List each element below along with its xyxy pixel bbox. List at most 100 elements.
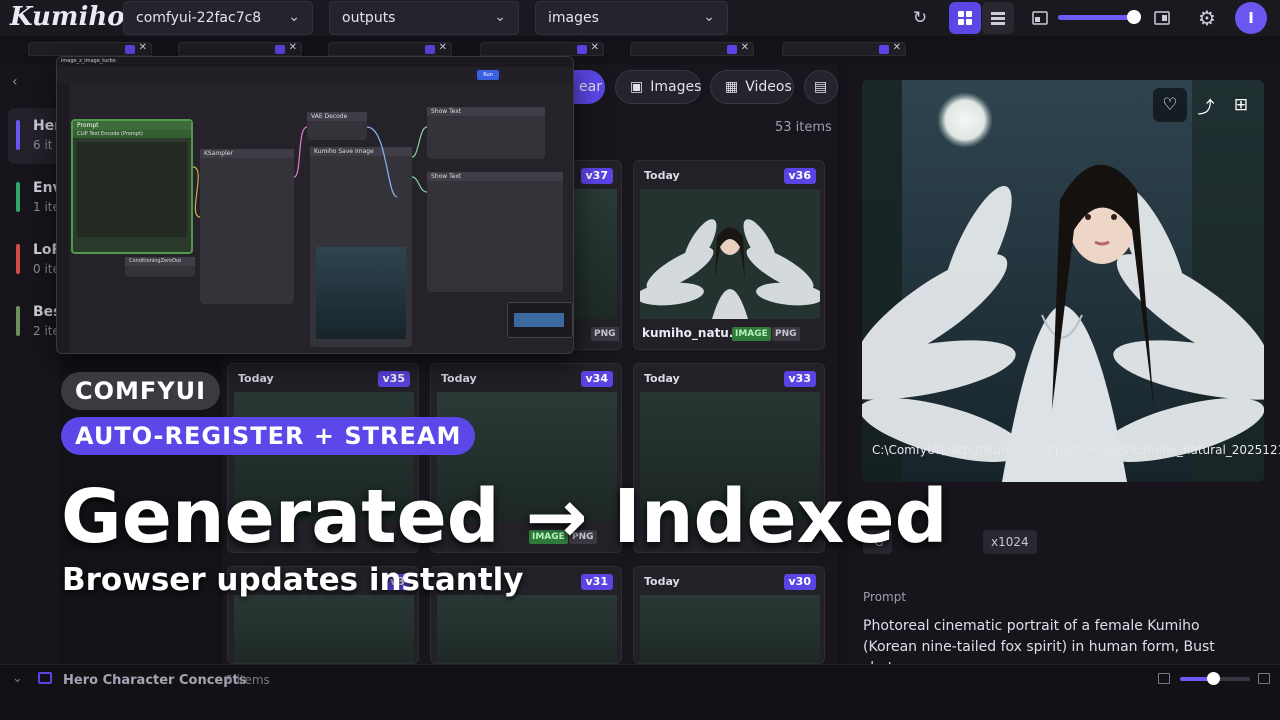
- comfy-tab-label: image_z_image_turbo: [61, 58, 116, 64]
- refresh-button[interactable]: ↻: [904, 2, 936, 34]
- card-date: Today: [644, 372, 680, 385]
- close-icon[interactable]: ✕: [139, 42, 147, 53]
- grid-view-button[interactable]: [949, 2, 981, 34]
- sidebar-item-hero[interactable]: Hero 6 it: [8, 108, 71, 164]
- collection-color-bar: [16, 120, 20, 150]
- folder-select[interactable]: outputs ⌄: [329, 1, 519, 35]
- close-icon[interactable]: ✕: [591, 42, 599, 53]
- sidebar-collapse-icon[interactable]: ‹: [12, 74, 18, 90]
- asset-card[interactable]: Today v36 kumiho_natu... IMAGE PNG: [633, 160, 825, 350]
- date-filter-button[interactable]: ▤: [804, 70, 838, 104]
- thumb-large-icon: [1154, 11, 1170, 25]
- card-header: Today v34: [431, 364, 621, 392]
- tray-card[interactable]: ✕: [480, 42, 604, 56]
- comfy-conditioning-node: ConditioningZeroOut: [125, 257, 195, 277]
- type-tag: IMAGE: [732, 327, 771, 341]
- share-button[interactable]: ⤴: [1189, 88, 1223, 122]
- tray-version-badge: [879, 45, 889, 54]
- comfy-tab-strip: image_z_image_turbo: [57, 57, 573, 67]
- close-icon[interactable]: ✕: [439, 42, 447, 53]
- comfy-node-title: Show Text: [427, 172, 563, 181]
- images-filter-button[interactable]: ▣ Images: [615, 70, 701, 104]
- comfy-node-title: Show Text: [427, 107, 545, 116]
- comfy-save-node: Kumiho Save Image: [310, 147, 412, 347]
- card-footer: kumiho_natu... IMAGE PNG: [634, 319, 824, 349]
- tray-version-badge: [577, 45, 587, 54]
- comfyui-badge: COMFYUI: [61, 372, 221, 410]
- subline-text: Browser updates instantly: [62, 562, 524, 598]
- card-thumbnail: [437, 595, 617, 663]
- list-view-button[interactable]: [982, 2, 1014, 34]
- version-badge: v34: [580, 371, 613, 387]
- calendar-icon: ▤: [814, 79, 828, 95]
- sidebar-item-env[interactable]: Env 1 ite: [8, 170, 62, 226]
- preview-image[interactable]: [862, 80, 1264, 482]
- collection-color-bar: [16, 244, 20, 274]
- lineage-button[interactable]: ⊞: [1224, 88, 1258, 122]
- version-badge: v37: [580, 168, 613, 184]
- collection-icon: [38, 672, 52, 684]
- tray-version-badge: [275, 45, 285, 54]
- videos-filter-button[interactable]: ▦ Videos: [710, 70, 794, 104]
- top-bar: Kumiho comfyui-22fac7c8 ⌄ outputs ⌄ imag…: [0, 0, 1280, 36]
- zoom-slider-thumb[interactable]: [1127, 10, 1141, 24]
- grid-view-icon: [958, 11, 972, 25]
- settings-button[interactable]: ⚙: [1191, 2, 1223, 34]
- file-path: C:\ComfyUI\output\kumiho\outputs\images\…: [872, 443, 1280, 457]
- tray-zoom-slider[interactable]: [1180, 672, 1250, 685]
- thumb-large-button[interactable]: [1146, 2, 1178, 34]
- tray-card[interactable]: ✕: [630, 42, 754, 56]
- comfy-prompt-textarea: [77, 142, 187, 237]
- thumb-small-button[interactable]: [1024, 2, 1056, 34]
- version-badge: v36: [783, 168, 816, 184]
- format-tag: PNG: [772, 327, 800, 341]
- tray-card[interactable]: ✕: [178, 42, 302, 56]
- version-badge: v31: [580, 574, 613, 590]
- comfy-node-title: ConditioningZeroOut: [125, 257, 195, 266]
- comfy-show-text-node: Show Text: [427, 172, 563, 292]
- tray-zoom-thumb[interactable]: [1207, 672, 1220, 685]
- card-header: Today v33: [634, 364, 824, 392]
- comfy-node-title: KSampler: [200, 149, 294, 158]
- favorite-button[interactable]: ♡: [1153, 88, 1187, 122]
- user-avatar[interactable]: I: [1235, 2, 1267, 34]
- settings-icon: ⚙: [1198, 6, 1216, 30]
- prompt-label: Prompt: [863, 590, 907, 604]
- sidebar-item-best[interactable]: Bes 2 ite: [8, 294, 62, 350]
- list-view-icon: [991, 12, 1005, 25]
- collection-color-bar: [16, 306, 20, 336]
- collapse-chevron-icon[interactable]: ⌄: [12, 671, 23, 686]
- tray-thumb-large-icon: [1258, 673, 1270, 684]
- close-icon[interactable]: ✕: [289, 42, 297, 53]
- format-tag: PNG: [591, 327, 619, 341]
- close-icon[interactable]: ✕: [893, 42, 901, 53]
- comfy-show-text-node: Show Text: [427, 107, 545, 159]
- chevron-down-icon: ⌄: [703, 9, 715, 25]
- comfy-minimap: [507, 302, 573, 338]
- tray-card[interactable]: ✕: [28, 42, 152, 56]
- sidebar-item-lora[interactable]: LoR 0 ite: [8, 232, 62, 288]
- comfy-node-title: VAE Decode: [307, 112, 367, 121]
- chevron-down-icon: ⌄: [494, 9, 506, 25]
- heart-icon: ♡: [1162, 95, 1178, 115]
- thumb-small-icon: [1032, 11, 1048, 25]
- comfyui-screenshot: image_z_image_turbo Run Prompt CLIP Text…: [56, 56, 574, 354]
- app-logo[interactable]: Kumiho: [10, 2, 125, 32]
- comfy-sidebar: [57, 83, 69, 353]
- collection-tray: ⌄ Hero Character Concepts 6 items: [0, 664, 1280, 720]
- collection-color-bar: [16, 182, 20, 212]
- tray-card[interactable]: ✕: [782, 42, 906, 56]
- auto-register-badge: AUTO-REGISTER + STREAM: [61, 417, 476, 455]
- comfy-node-title: Prompt: [73, 121, 191, 130]
- tray-card[interactable]: ✕: [328, 42, 452, 56]
- fox-spirit-portrait: [862, 80, 1264, 482]
- subfolder-select[interactable]: images ⌄: [535, 1, 728, 35]
- zoom-slider[interactable]: [1058, 10, 1141, 24]
- headline-text: Generated → Indexed: [61, 474, 948, 560]
- close-icon[interactable]: ✕: [741, 42, 749, 53]
- project-select[interactable]: comfyui-22fac7c8 ⌄: [123, 1, 313, 35]
- card-date: Today: [238, 372, 274, 385]
- card-header: Today v36: [634, 161, 824, 189]
- asset-card[interactable]: Today v30: [633, 566, 825, 664]
- card-thumbnail: [636, 189, 824, 319]
